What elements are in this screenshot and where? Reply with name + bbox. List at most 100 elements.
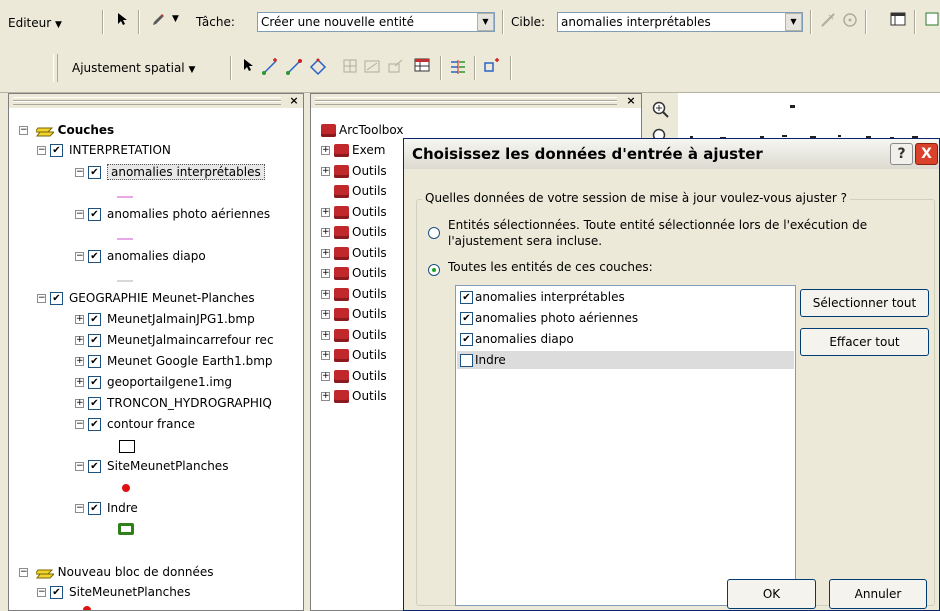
toc-layer-meunetjalmain-carrefour[interactable]: + ✔ MeunetJalmaincarrefour rec <box>75 332 274 348</box>
collapse-icon[interactable]: − <box>75 210 84 219</box>
select-all-button[interactable]: Sélectionner tout <box>800 289 929 317</box>
ok-button[interactable]: OK <box>727 579 816 609</box>
expand-icon[interactable]: + <box>321 228 330 237</box>
collapse-icon[interactable]: − <box>37 146 46 155</box>
multi-displacement-link-icon[interactable] <box>308 58 328 78</box>
new-displacement-link-icon[interactable] <box>260 58 280 78</box>
edge-match-icon[interactable] <box>448 58 468 78</box>
expand-icon[interactable]: + <box>321 310 330 319</box>
collapse-icon[interactable]: − <box>19 568 28 577</box>
cancel-button[interactable]: Annuler <box>829 579 927 609</box>
expand-icon[interactable]: + <box>321 371 330 381</box>
panel-grip[interactable] <box>13 101 281 105</box>
visibility-checkbox[interactable]: ✔ <box>88 208 101 221</box>
toolbox-item[interactable]: + Outils <box>321 204 387 220</box>
spatial-adjustment-menu[interactable]: Ajustement spatial ▼ <box>72 61 195 75</box>
toc-root-couches[interactable]: − Couches <box>19 122 114 138</box>
toc-layer-indre[interactable]: − ✔ Indre <box>75 500 138 516</box>
panel-grip[interactable] <box>315 101 617 105</box>
layer-list-item[interactable]: ✔ anomalies diapo <box>460 330 574 348</box>
toc-layer-geoportailgene[interactable]: + ✔ geoportailgene1.img <box>75 374 232 390</box>
view-link-table-icon[interactable] <box>412 58 432 78</box>
collapse-icon[interactable]: − <box>37 294 46 303</box>
toolbox-item[interactable]: + Outils <box>321 306 387 322</box>
visibility-checkbox[interactable]: ✔ <box>88 334 101 347</box>
expand-icon[interactable]: + <box>75 378 84 387</box>
sketch-tool-pencil-icon[interactable] <box>148 12 168 32</box>
toc-layer-contour-france[interactable]: − ✔ contour france <box>75 416 195 432</box>
sketch-properties-icon[interactable] <box>922 12 940 32</box>
visibility-checkbox[interactable]: ✔ <box>88 418 101 431</box>
visibility-checkbox[interactable]: ✔ <box>88 250 101 263</box>
toolbox-item[interactable]: + Outils <box>321 245 387 261</box>
toc-layer-troncon-hydrographique[interactable]: + ✔ TRONCON_HYDROGRAPHIQ <box>75 395 272 411</box>
expand-icon[interactable] <box>321 187 330 196</box>
toc-layer-anomalies-interpretables[interactable]: − ✔ anomalies interprétables <box>75 164 265 180</box>
toc-layer-sitemeunetplanches-2[interactable]: − ✔ SiteMeunetPlanches <box>37 584 190 600</box>
toolbox-item[interactable]: + Outils <box>321 388 387 404</box>
toc-group-interpretation[interactable]: − ✔ INTERPRETATION <box>37 142 171 158</box>
toc-layer-sitemeunetplanches[interactable]: − ✔ SiteMeunetPlanches <box>75 458 228 474</box>
expand-icon[interactable]: + <box>321 392 330 401</box>
modify-link-icon[interactable] <box>284 58 304 78</box>
expand-icon[interactable]: + <box>75 357 84 366</box>
radio-button[interactable] <box>428 263 440 276</box>
rotate-tool-icon[interactable] <box>840 12 860 32</box>
toolbox-item[interactable]: + Outils <box>321 265 387 281</box>
visibility-checkbox[interactable]: ✔ <box>88 166 101 179</box>
expand-icon[interactable]: + <box>321 248 330 258</box>
collapse-icon[interactable]: − <box>75 168 84 177</box>
zoom-in-icon[interactable] <box>652 101 670 122</box>
expand-icon[interactable]: + <box>75 336 84 345</box>
expand-icon[interactable]: + <box>75 399 84 408</box>
expand-icon[interactable]: + <box>321 330 330 340</box>
layer-list-item[interactable]: Indre <box>457 351 794 369</box>
layer-list-item[interactable]: ✔ anomalies interprétables <box>460 288 625 306</box>
close-button[interactable]: X <box>915 143 938 165</box>
visibility-checkbox[interactable]: ✔ <box>50 292 63 305</box>
target-dropdown[interactable]: anomalies interprétables ▼ <box>557 12 803 32</box>
layer-checkbox[interactable]: ✔ <box>460 291 473 304</box>
collapse-icon[interactable]: − <box>37 588 46 597</box>
clear-all-button[interactable]: Effacer tout <box>800 328 929 356</box>
expand-icon[interactable]: + <box>321 166 330 176</box>
select-elements-arrow-icon[interactable] <box>238 58 258 78</box>
expand-icon[interactable]: + <box>321 146 330 155</box>
expand-icon[interactable]: + <box>321 289 330 299</box>
visibility-checkbox[interactable]: ✔ <box>88 376 101 389</box>
new-limited-adjustment-icon[interactable] <box>482 58 502 78</box>
layers-listbox[interactable]: ✔ anomalies interprétables ✔ anomalies phot… <box>455 285 796 606</box>
toc-frame-nouveau-bloc[interactable]: − Nouveau bloc de données <box>19 564 214 580</box>
edit-tool-arrow-icon[interactable] <box>112 12 132 32</box>
help-button[interactable]: ? <box>890 143 913 165</box>
expand-icon[interactable]: + <box>75 315 84 324</box>
collapse-icon[interactable]: − <box>75 420 84 429</box>
toolbox-item[interactable]: + Outils <box>321 347 387 363</box>
task-dropdown[interactable]: Créer une nouvelle entité ▼ <box>257 12 495 32</box>
expand-icon[interactable]: + <box>321 269 330 278</box>
collapse-icon[interactable]: − <box>19 126 28 135</box>
visibility-checkbox[interactable]: ✔ <box>88 313 101 326</box>
toc-layer-anomalies-photo[interactable]: − ✔ anomalies photo aériennes <box>75 206 270 222</box>
attributes-icon[interactable] <box>888 12 908 32</box>
identity-link-icon[interactable] <box>340 58 360 78</box>
radio-selected-features[interactable] <box>428 225 440 239</box>
toc-layer-meunetjalmain-jpg[interactable]: + ✔ MeunetJalmainJPG1.bmp <box>75 311 255 327</box>
arctoolbox-root[interactable]: ArcToolbox <box>321 122 403 138</box>
radio-all-features[interactable] <box>428 262 440 276</box>
dialog-title-bar[interactable]: Choisissez les données d'entrée à ajuste… <box>404 139 939 169</box>
collapse-icon[interactable]: − <box>75 252 84 261</box>
visibility-checkbox[interactable]: ✔ <box>88 397 101 410</box>
toolbox-item[interactable]: + Outils <box>321 286 387 302</box>
toolbar-grip[interactable] <box>53 54 58 82</box>
visibility-checkbox[interactable]: ✔ <box>88 355 101 368</box>
attribute-transfer-mapping-icon[interactable] <box>386 58 406 78</box>
visibility-checkbox[interactable]: ✔ <box>88 502 101 515</box>
toc-layer-anomalies-diapo[interactable]: − ✔ anomalies diapo <box>75 248 206 264</box>
toolbox-item[interactable]: + Outils <box>321 224 387 240</box>
editor-menu[interactable]: Editeur ▼ <box>8 16 62 30</box>
collapse-icon[interactable]: − <box>75 462 84 471</box>
dropdown-arrow-icon[interactable]: ▼ <box>172 14 179 24</box>
area-of-effect-icon[interactable] <box>362 58 382 78</box>
collapse-icon[interactable]: − <box>75 504 84 513</box>
